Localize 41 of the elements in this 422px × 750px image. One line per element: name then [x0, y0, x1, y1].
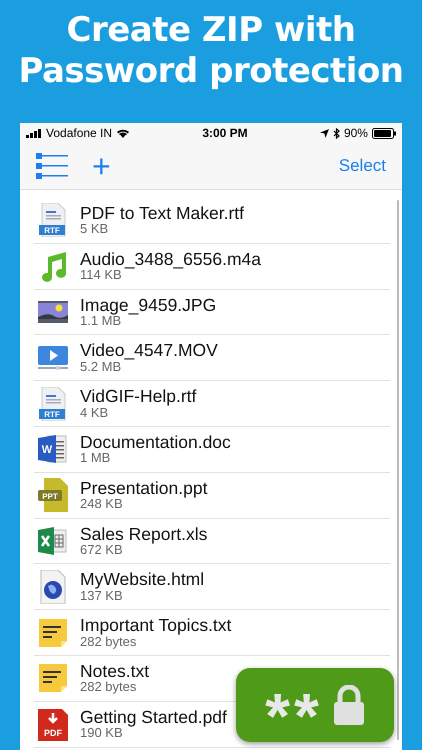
asterisks: **: [265, 679, 323, 748]
list-view-icon[interactable]: [36, 153, 68, 179]
pdf-download-icon: PDF: [38, 707, 68, 742]
select-button[interactable]: Select: [338, 153, 386, 179]
location-arrow-icon: [320, 128, 329, 138]
file-name: Sales Report.xls: [80, 524, 208, 544]
bluetooth-icon: [332, 128, 340, 138]
wifi-icon: [116, 128, 130, 138]
file-name: VidGIF-Help.rtf: [80, 387, 196, 406]
file-size: 5.2 MB: [80, 360, 122, 374]
battery-icon: [372, 128, 396, 138]
file-name: Image_9459.JPG: [80, 296, 216, 314]
file-size: 248 KB: [80, 497, 123, 512]
file-size: 190 KB: [80, 726, 123, 740]
file-name: Audio_3488_6556.m4a: [80, 250, 261, 268]
globe-document-icon: [38, 570, 68, 604]
file-size: 282 bytes: [80, 634, 136, 649]
signal-icon: [26, 128, 42, 138]
file-name: Presentation.ppt: [80, 478, 208, 498]
file-name: Important Topics.txt: [80, 616, 232, 635]
file-size: 4 KB: [80, 406, 108, 420]
headline-text: Password protection: [18, 50, 404, 92]
file-name: MyWebsite.html: [80, 570, 204, 589]
padlock-icon: [332, 685, 365, 725]
file-size: 1 MB: [80, 451, 110, 466]
file-name: Documentation.doc: [80, 433, 231, 452]
file-size: 5 KB: [80, 222, 108, 237]
file-name: Getting Started.pdf: [80, 708, 227, 726]
file-size: 114 KB: [80, 268, 122, 283]
file-name: PDF to Text Maker.rtf: [80, 204, 244, 222]
battery-percentage: 90%: [344, 125, 368, 142]
file-size: 672 KB: [80, 543, 123, 558]
file-size: 1.1 MB: [80, 314, 122, 328]
clock-time: 3:00 PM: [202, 125, 248, 142]
file-name: Video_4547.MOV: [80, 341, 218, 360]
file-size: 282 bytes: [80, 680, 136, 695]
carrier-name: Vodafone IN: [46, 125, 112, 142]
add-button[interactable]: +: [92, 150, 111, 182]
headline-text: Create ZIP with: [66, 10, 356, 51]
file-size: 137 KB: [80, 588, 123, 604]
file-name: Notes.txt: [80, 662, 150, 680]
